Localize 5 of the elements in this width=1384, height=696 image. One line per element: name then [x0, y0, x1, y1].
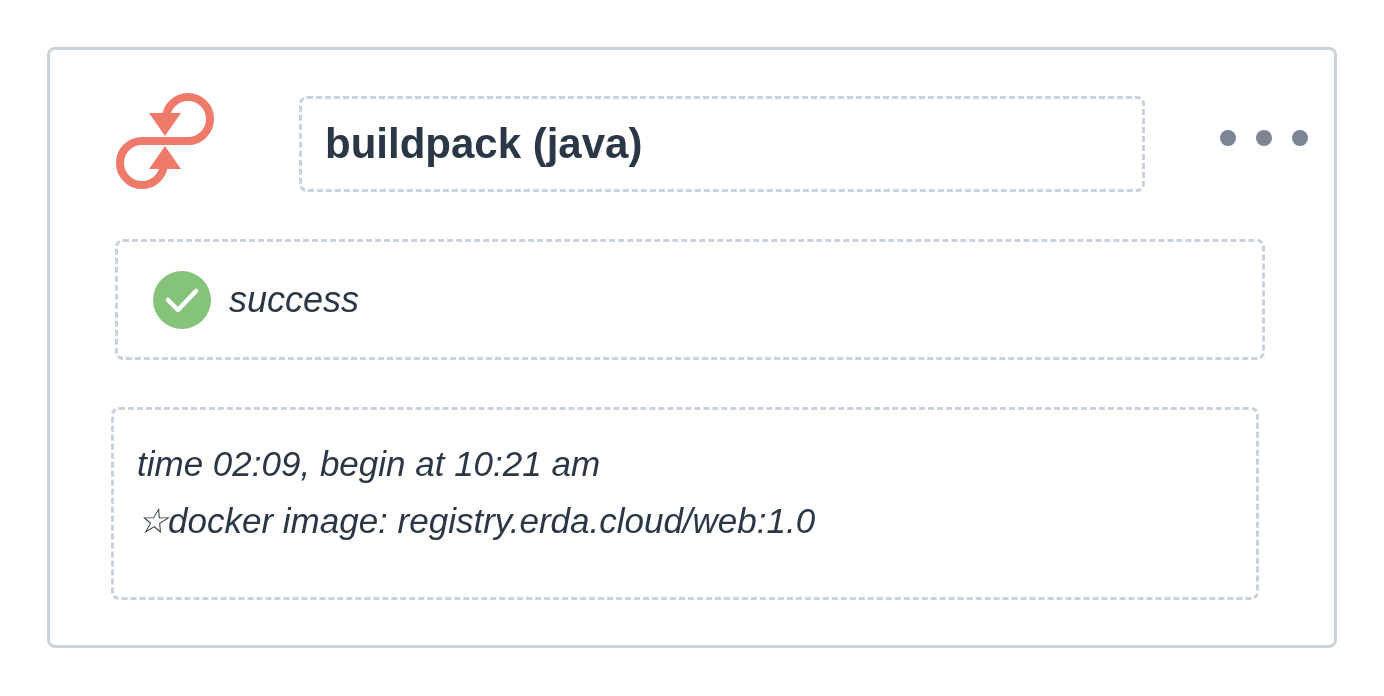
detail-text: ☆docker image: registry.erda.cloud/web:1.0	[137, 500, 817, 542]
detail-text: time 02:09, begin at 10:21 am	[137, 443, 602, 485]
more-menu-icon[interactable]	[1220, 130, 1308, 146]
status-text: success	[229, 278, 360, 321]
card-title: buildpack (java)	[325, 120, 643, 168]
